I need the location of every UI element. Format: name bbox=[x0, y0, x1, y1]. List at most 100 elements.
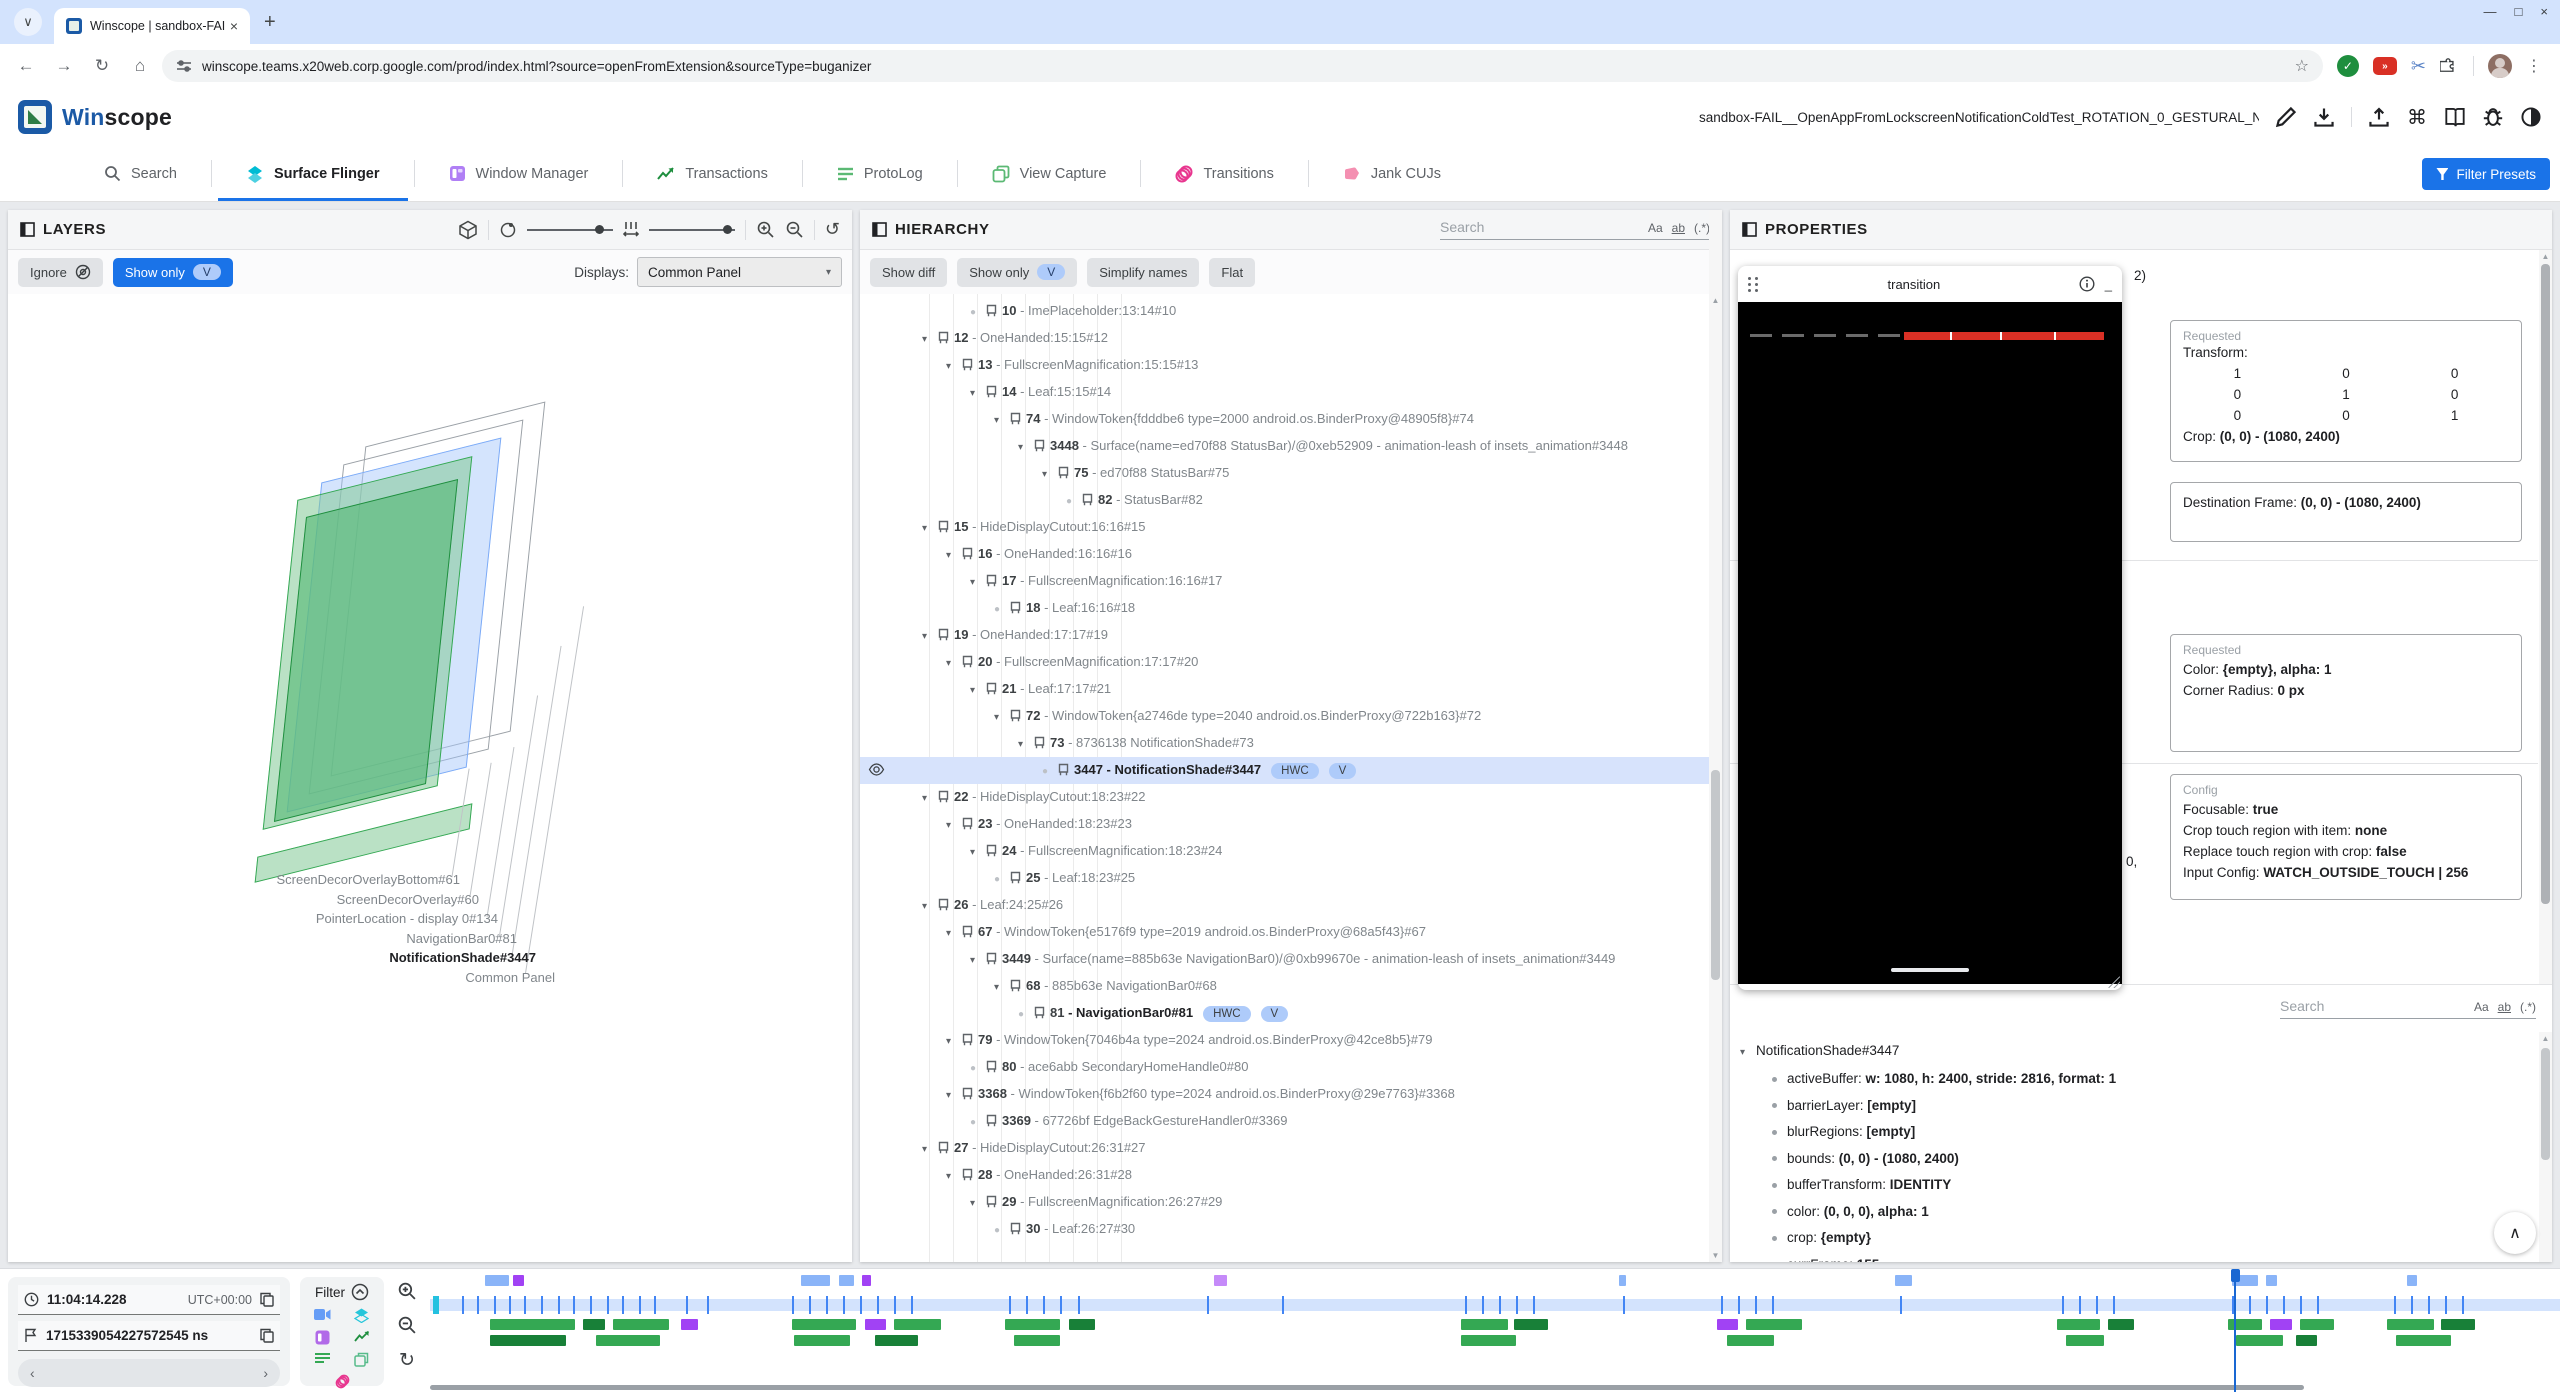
timeline-tick[interactable] bbox=[707, 1296, 709, 1314]
timeline-event-bar[interactable] bbox=[513, 1275, 524, 1286]
tab-surface-flinger[interactable]: Surface Flinger bbox=[212, 146, 414, 201]
tab-jank-cujs[interactable]: Jank CUJs bbox=[1309, 146, 1475, 201]
timeline-event-bar[interactable] bbox=[1717, 1319, 1738, 1330]
tab-close-icon[interactable]: × bbox=[226, 18, 242, 34]
layer-label[interactable]: NotificationShade#3447 bbox=[8, 948, 568, 968]
simplify-names-button[interactable]: Simplify names bbox=[1087, 258, 1199, 287]
timeline-tick[interactable] bbox=[826, 1296, 828, 1314]
displays-select[interactable]: Common Panel ▾ bbox=[637, 257, 842, 287]
timeline-reset-zoom-icon[interactable]: ↻ bbox=[399, 1349, 415, 1372]
prev-frame-icon[interactable]: ‹ bbox=[30, 1365, 35, 1381]
timeline-tick[interactable] bbox=[1721, 1296, 1723, 1314]
protolog-icon[interactable] bbox=[315, 1352, 330, 1364]
timeline-tick[interactable] bbox=[843, 1296, 845, 1314]
tree-row[interactable]: ▾75 - ed70f88 StatusBar#75 bbox=[860, 460, 1722, 487]
timeline-tick[interactable] bbox=[639, 1296, 641, 1314]
property-item[interactable]: currFrame: 155 bbox=[1740, 1252, 2552, 1263]
timeline-event-bar[interactable] bbox=[613, 1319, 668, 1330]
window-manager-icon[interactable] bbox=[315, 1330, 330, 1345]
timeline-event-bar[interactable] bbox=[794, 1335, 849, 1346]
screen-recording-icon[interactable] bbox=[314, 1308, 331, 1321]
timeline-event-bar[interactable] bbox=[2387, 1319, 2434, 1330]
timeline-tick[interactable] bbox=[1772, 1296, 1774, 1314]
tree-row[interactable]: ▾16 - OneHanded:16:16#16 bbox=[860, 541, 1722, 568]
timeline-tick[interactable] bbox=[1623, 1296, 1625, 1314]
timeline-event-bar[interactable] bbox=[2441, 1319, 2475, 1330]
extensions-puzzle-icon[interactable] bbox=[2440, 57, 2459, 76]
frame-step-control[interactable]: ‹ › bbox=[18, 1359, 280, 1387]
tree-row[interactable]: ●3447 - NotificationShade#3447HWCV bbox=[860, 757, 1722, 784]
browser-tab[interactable]: Winscope | sandbox-FAIL × bbox=[54, 8, 250, 44]
timeline-event-bar[interactable] bbox=[1619, 1275, 1626, 1286]
scissors-icon[interactable]: ✂ bbox=[2411, 56, 2426, 77]
layer-label[interactable]: ScreenDecorOverlayBottom#61 bbox=[8, 870, 568, 890]
hierarchy-search-input[interactable] bbox=[1440, 219, 1570, 235]
profile-avatar[interactable] bbox=[2488, 54, 2512, 78]
maximize-icon[interactable]: □ bbox=[2515, 4, 2523, 19]
timeline-tick[interactable] bbox=[1516, 1296, 1518, 1314]
timeline-tick[interactable] bbox=[1465, 1296, 1467, 1314]
timeline-event-bar[interactable] bbox=[2066, 1335, 2104, 1346]
timeline-tick[interactable] bbox=[2428, 1296, 2430, 1314]
timeline-tick[interactable] bbox=[2079, 1296, 2081, 1314]
collapse-panel-icon[interactable] bbox=[1742, 222, 1757, 237]
timeline-tick[interactable] bbox=[590, 1296, 592, 1314]
property-item[interactable]: bufferTransform: IDENTITY bbox=[1740, 1172, 2552, 1199]
property-item[interactable]: activeBuffer: w: 1080, h: 2400, stride: … bbox=[1740, 1066, 2552, 1093]
forward-icon[interactable]: → bbox=[48, 50, 80, 82]
filter-presets-button[interactable]: Filter Presets bbox=[2422, 158, 2550, 190]
property-item[interactable]: barrierLayer: [empty] bbox=[1740, 1093, 2552, 1120]
tree-row[interactable]: ▾22 - HideDisplayCutout:18:23#22 bbox=[860, 784, 1722, 811]
timeline-tick[interactable] bbox=[477, 1296, 479, 1314]
timeline-tick[interactable] bbox=[860, 1296, 862, 1314]
match-word-icon[interactable]: ab bbox=[2498, 1000, 2511, 1014]
tree-row[interactable]: ▾19 - OneHanded:17:17#19 bbox=[860, 622, 1722, 649]
timeline-event-bar[interactable] bbox=[1214, 1275, 1227, 1286]
timeline-tick[interactable] bbox=[1060, 1296, 1062, 1314]
timeline-event-bar[interactable] bbox=[2407, 1275, 2418, 1286]
timeline-tick[interactable] bbox=[541, 1296, 543, 1314]
tree-row[interactable]: ●82 - StatusBar#82 bbox=[860, 487, 1722, 514]
timeline-event-bar[interactable] bbox=[596, 1335, 660, 1346]
timeline-tick[interactable] bbox=[686, 1296, 688, 1314]
timeline-zoom-in-icon[interactable] bbox=[397, 1281, 417, 1301]
timeline-tick[interactable] bbox=[2411, 1296, 2413, 1314]
ns-field[interactable]: 1715339054227572545 ns bbox=[18, 1321, 280, 1351]
timeline-event-bar[interactable] bbox=[1895, 1275, 1912, 1286]
timeline-event-bar[interactable] bbox=[2300, 1319, 2334, 1330]
property-item[interactable]: bounds: (0, 0) - (1080, 2400) bbox=[1740, 1146, 2552, 1173]
regex-icon[interactable]: (.*) bbox=[2520, 1000, 2536, 1014]
timeline-tick[interactable] bbox=[809, 1296, 811, 1314]
timeline-tick[interactable] bbox=[558, 1296, 560, 1314]
spacing-slider[interactable] bbox=[649, 229, 735, 231]
timeline-tick[interactable] bbox=[2445, 1296, 2447, 1314]
layer-label[interactable]: PointerLocation - display 0#134 bbox=[8, 909, 568, 929]
match-case-icon[interactable]: Aa bbox=[2474, 1000, 2489, 1014]
timeline-event-bar[interactable] bbox=[1014, 1335, 1061, 1346]
show-diff-button[interactable]: Show diff bbox=[870, 258, 947, 287]
timeline-cursor[interactable] bbox=[2234, 1269, 2236, 1392]
home-icon[interactable]: ⌂ bbox=[124, 50, 156, 82]
timeline-tick[interactable] bbox=[2249, 1296, 2251, 1314]
rotation-slider[interactable] bbox=[527, 229, 613, 231]
tab-search-button[interactable]: ∨ bbox=[14, 8, 42, 36]
property-item[interactable]: blurRegions: [empty] bbox=[1740, 1119, 2552, 1146]
timeline-tick[interactable] bbox=[573, 1296, 575, 1314]
timeline-tick[interactable] bbox=[792, 1296, 794, 1314]
timeline-canvas[interactable] bbox=[430, 1269, 2560, 1392]
tree-row[interactable]: ▾23 - OneHanded:18:23#23 bbox=[860, 811, 1722, 838]
surface-flinger-icon[interactable] bbox=[354, 1308, 369, 1323]
property-item[interactable]: color: (0, 0, 0), alpha: 1 bbox=[1740, 1199, 2552, 1226]
reload-icon[interactable]: ↻ bbox=[86, 50, 118, 82]
theme-toggle-icon[interactable] bbox=[2520, 106, 2542, 128]
transitions-icon[interactable] bbox=[335, 1374, 350, 1389]
tab-transactions[interactable]: Transactions bbox=[623, 146, 801, 201]
zoom-out-icon[interactable] bbox=[785, 220, 804, 239]
tree-row[interactable]: ●81 - NavigationBar0#81HWCV bbox=[860, 1000, 1722, 1027]
timeline-event-bar[interactable] bbox=[1461, 1319, 1508, 1330]
timeline-tick[interactable] bbox=[1482, 1296, 1484, 1314]
layers-3d-view[interactable]: ScreenDecorOverlayBottom#61ScreenDecorOv… bbox=[8, 294, 852, 1262]
tree-row[interactable]: ▾73 - 8736138 NotificationShade#73 bbox=[860, 730, 1722, 757]
tree-row[interactable]: ▾27 - HideDisplayCutout:26:31#27 bbox=[860, 1135, 1722, 1162]
tree-row[interactable]: ▾24 - FullscreenMagnification:18:23#24 bbox=[860, 838, 1722, 865]
